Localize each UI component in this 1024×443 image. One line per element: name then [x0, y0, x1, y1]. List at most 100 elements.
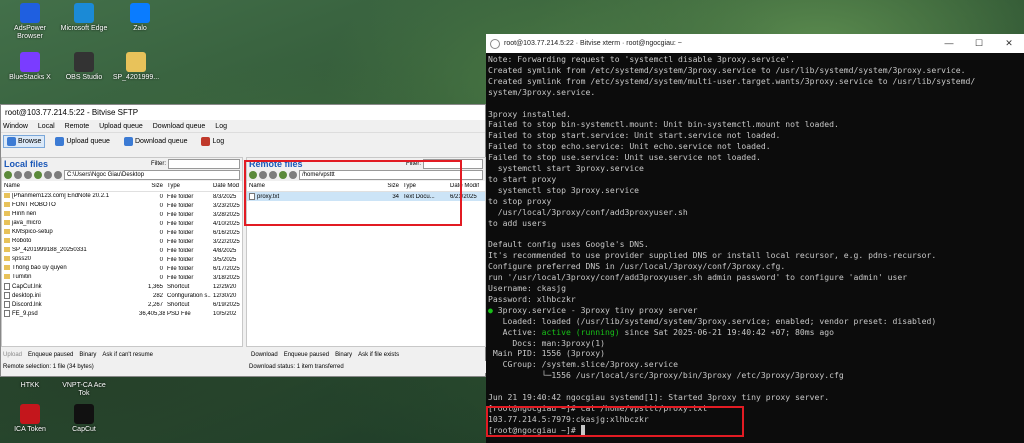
- desktop-icon-7[interactable]: VNPT-CA Ace Tok: [58, 382, 110, 398]
- maximize-icon[interactable]: ☐: [964, 38, 994, 49]
- local-file-row[interactable]: Discord.lnk 2,267 Shortcut 6/19/2025: [2, 300, 242, 309]
- local-path-input[interactable]: C:\Users\Ngoc Giau\Desktop: [64, 170, 240, 180]
- download-queue-button[interactable]: Download queue: [120, 135, 192, 148]
- local-file-row[interactable]: FE_9.psd 36,405,381PSD File 10/5/202: [2, 309, 242, 318]
- file-type: File folder: [167, 274, 194, 281]
- col-size[interactable]: Size: [137, 183, 165, 189]
- local-file-row[interactable]: Thông báo ủy quyền 0 File folder 6/17/2025: [2, 264, 242, 273]
- terminal-title: root@103.77.214.5:22 · Bitvise xterm · r…: [504, 40, 682, 47]
- local-filter: Filter:: [151, 158, 240, 169]
- file-type: Shortcut: [167, 283, 190, 290]
- file-icon: [4, 282, 10, 290]
- menu-download-queue[interactable]: Download queue: [153, 123, 206, 130]
- download-status: Download status: 1 item transferred: [249, 364, 344, 370]
- local-file-row[interactable]: Hình nền 0 File folder 3/28/2025: [2, 210, 242, 219]
- terminal-line: Configure preferred DNS in /usr/local/3p…: [488, 261, 786, 272]
- file-name: KMSpico-setup: [12, 229, 53, 236]
- local-file-row[interactable]: FONT ROBOTO 0 File folder 3/23/2025: [2, 201, 242, 210]
- menu-upload-queue[interactable]: Upload queue: [99, 123, 143, 130]
- file-date: 3/22/2025: [213, 238, 240, 245]
- file-size: 0: [159, 265, 163, 272]
- file-type: File folder: [167, 256, 194, 263]
- desktop-icon-1[interactable]: Microsoft Edge: [58, 3, 110, 33]
- sftp-menubar: Window Local Remote Upload queue Downloa…: [1, 120, 485, 133]
- terminal-output[interactable]: Note: Forwarding request to 'systemctl d…: [486, 53, 1024, 437]
- desktop-icon-8[interactable]: ICA Token: [4, 404, 56, 434]
- local-file-row[interactable]: java_micro 0 File folder 4/10/2025: [2, 219, 242, 228]
- download-exists-select[interactable]: Ask if file exists: [358, 352, 399, 358]
- file-size: 0: [159, 193, 163, 200]
- download-button[interactable]: Download: [251, 352, 278, 358]
- upload-queue-button[interactable]: Upload queue: [51, 135, 114, 148]
- file-name: Tumitin: [12, 274, 32, 281]
- terminal-line: /usr/local/3proxy/conf/add3proxyuser.sh: [488, 206, 688, 217]
- desktop-icon-label: OBS Studio: [65, 74, 103, 81]
- col-type[interactable]: Type: [165, 183, 211, 189]
- file-name: SP_4201999188_20250331: [12, 247, 87, 254]
- menu-remote[interactable]: Remote: [65, 123, 90, 130]
- home-icon[interactable]: [44, 171, 52, 179]
- forward-icon[interactable]: [14, 171, 22, 179]
- up-icon[interactable]: [24, 171, 32, 179]
- terminal-line: Failed to stop echo.service: Unit echo.s…: [488, 141, 771, 152]
- desktop-icon-6[interactable]: HTKK: [4, 382, 56, 390]
- local-file-row[interactable]: spss20 0 File folder 3/5/2025: [2, 255, 242, 264]
- col-date[interactable]: Date Mod: [211, 183, 242, 189]
- menu-log[interactable]: Log: [215, 123, 227, 130]
- local-file-row[interactable]: [Phanmem123.com] EndNote 20.2.1 0 File fol…: [2, 192, 242, 201]
- local-heading: Local files: [4, 158, 49, 169]
- terminal-line: CGroup: /system.slice/3proxy.service: [488, 359, 679, 370]
- desktop-icon-0[interactable]: AdsPower Browser: [4, 3, 56, 41]
- download-enqueue-paused[interactable]: Enqueue paused: [284, 352, 329, 358]
- log-button[interactable]: Log: [197, 135, 228, 148]
- col-name[interactable]: Name: [2, 183, 137, 189]
- local-file-row[interactable]: desktop.ini 282 Configuration s... 12/30/20: [2, 291, 242, 300]
- menu-window[interactable]: Window: [3, 123, 28, 130]
- folder-icon: [4, 238, 10, 244]
- desktop-icon-label: CapCut: [72, 426, 96, 433]
- folder-icon: [4, 265, 10, 271]
- app-icon: [130, 3, 150, 23]
- sftp-toolbar: Browse Upload queue Download queue Log: [1, 133, 485, 149]
- service-line: 3proxy.service - 3proxy tiny proxy serve…: [492, 304, 698, 315]
- desktop-icon-label: BlueStacks X: [9, 74, 51, 81]
- close-icon[interactable]: ✕: [994, 38, 1024, 49]
- desktop-icon-label: ICA Token: [14, 426, 46, 433]
- sftp-titlebar[interactable]: root@103.77.214.5:22 - Bitvise SFTP: [1, 105, 485, 120]
- file-name: CapCut.lnk: [12, 284, 42, 291]
- local-file-row[interactable]: KMSpico-setup 0 File folder 6/16/2025: [2, 228, 242, 237]
- local-file-row[interactable]: SP_4201999188_20250331 0 File folder 4/8/20…: [2, 246, 242, 255]
- local-filter-input[interactable]: [168, 158, 240, 169]
- terminal-titlebar[interactable]: root@103.77.214.5:22 · Bitvise xterm · r…: [486, 34, 1024, 53]
- desktop-icon[interactable]: [54, 171, 62, 179]
- desktop-icon-4[interactable]: OBS Studio: [58, 52, 110, 82]
- file-date: 3/28/2025: [213, 211, 240, 218]
- minimize-icon[interactable]: —: [934, 38, 964, 49]
- desktop-icon-label: VNPT-CA Ace Tok: [62, 382, 106, 397]
- desktop-icon-5[interactable]: SP_4201999...: [110, 52, 162, 82]
- browse-button[interactable]: Browse: [3, 134, 46, 148]
- file-date: 4/8/2025: [213, 247, 237, 254]
- local-file-row[interactable]: CapCut.lnk 1,365 Shortcut 12/29/20: [2, 282, 242, 291]
- remote-selection-status: Remote selection: 1 file (34 bytes): [3, 364, 94, 370]
- local-file-row[interactable]: Tumitin 0 File folder 3/18/2025: [2, 273, 242, 282]
- upload-enqueue-paused[interactable]: Enqueue paused: [28, 352, 73, 358]
- file-date: 3/18/2025: [213, 274, 240, 281]
- terminal-app-icon: [490, 38, 500, 49]
- desktop-icon-9[interactable]: CapCut: [58, 404, 110, 434]
- desktop-icon-2[interactable]: Zalo: [114, 3, 166, 33]
- upload-binary-select[interactable]: Binary: [79, 352, 96, 358]
- refresh-icon[interactable]: [34, 171, 42, 179]
- file-type: File folder: [167, 202, 194, 209]
- download-binary-select[interactable]: Binary: [335, 352, 352, 358]
- upload-resume-select[interactable]: Ask if can't resume: [102, 352, 153, 358]
- local-file-row[interactable]: Roboto 0 File folder 3/22/2025: [2, 237, 242, 246]
- file-name: [Phanmem123.com] EndNote 20.2.1: [12, 193, 110, 200]
- menu-local[interactable]: Local: [38, 123, 55, 130]
- back-icon[interactable]: [4, 171, 12, 179]
- terminal-line: Jun 21 19:40:42 ngocgiau systemd[1]: Sta…: [488, 392, 830, 403]
- app-icon: [74, 404, 94, 424]
- terminal-line: Failed to stop use.service: Unit use.ser…: [488, 152, 761, 163]
- desktop-icon-3[interactable]: BlueStacks X: [4, 52, 56, 82]
- upload-button[interactable]: Upload: [3, 352, 22, 358]
